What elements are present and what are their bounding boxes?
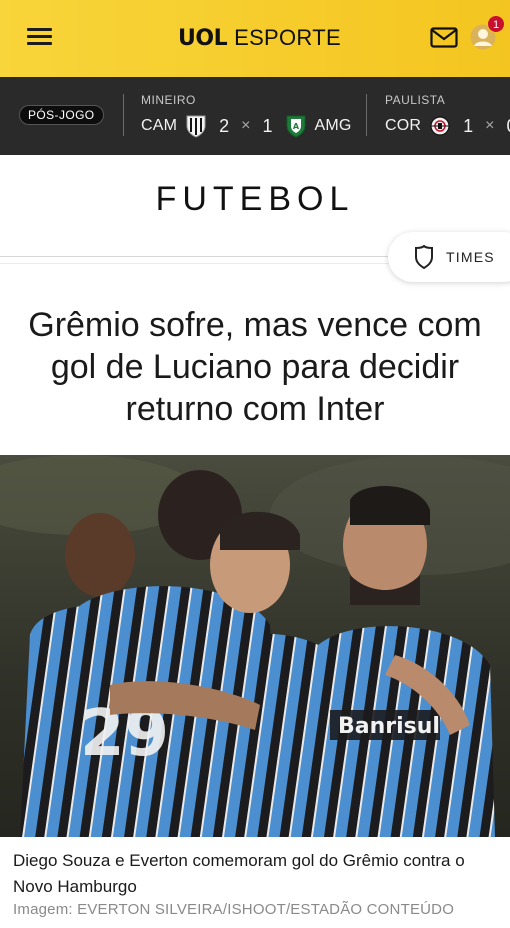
divider xyxy=(366,94,367,136)
mail-icon[interactable] xyxy=(430,27,458,48)
corinthians-crest-icon xyxy=(429,114,451,138)
match-score[interactable]: COR 1 × 0 xyxy=(385,113,510,139)
match-score[interactable]: CAM 2 × 1 A AMG xyxy=(141,113,352,139)
divider xyxy=(123,94,124,136)
photo-credit: Imagem: EVERTON SILVEIRA/ISHOOT/ESTADÃO … xyxy=(13,901,455,918)
score-separator: × xyxy=(485,117,495,134)
match-status-badge: PÓS-JOGO xyxy=(19,105,104,125)
home-score: 2 xyxy=(219,115,230,136)
atletico-crest-icon xyxy=(185,114,207,138)
section-title[interactable]: FUTEBOL xyxy=(0,180,510,219)
svg-text:Banrisul: Banrisul xyxy=(338,714,440,739)
america-crest-icon: A xyxy=(285,114,307,138)
brand-logo[interactable]: UOL ESPORTE xyxy=(178,24,341,52)
home-team: COR xyxy=(385,117,422,134)
home-team: CAM xyxy=(141,117,178,134)
photo-caption: Diego Souza e Everton comemoram gol do G… xyxy=(13,851,465,896)
shield-icon xyxy=(414,244,434,270)
competition-label: MINEIRO xyxy=(141,93,196,107)
svg-text:A: A xyxy=(292,122,299,131)
away-team: AMG xyxy=(314,117,352,134)
away-score: 1 xyxy=(262,115,273,136)
article-photo[interactable]: 29 Banrisul xyxy=(0,455,510,837)
scoreboard-strip[interactable]: PÓS-JOGO MINEIRO CAM 2 × 1 A AMG PAULIST… xyxy=(0,77,510,155)
home-score: 1 xyxy=(463,115,474,136)
hamburger-menu-icon[interactable] xyxy=(27,26,53,46)
section-name: ESPORTE xyxy=(234,25,341,50)
score-separator: × xyxy=(241,117,251,134)
notification-badge: 1 xyxy=(487,15,505,33)
players-celebrating-photo: 29 Banrisul xyxy=(0,455,510,837)
top-header: UOL ESPORTE 1 xyxy=(0,0,510,77)
competition-label: PAULISTA xyxy=(385,93,446,107)
teams-button[interactable]: TIMES xyxy=(388,232,510,282)
teams-button-label: TIMES xyxy=(446,249,495,265)
uol-logo: UOL xyxy=(178,25,228,51)
away-score: 0 xyxy=(507,116,510,137)
article-headline[interactable]: Grêmio sofre, mas vence com gol de Lucia… xyxy=(16,304,494,430)
